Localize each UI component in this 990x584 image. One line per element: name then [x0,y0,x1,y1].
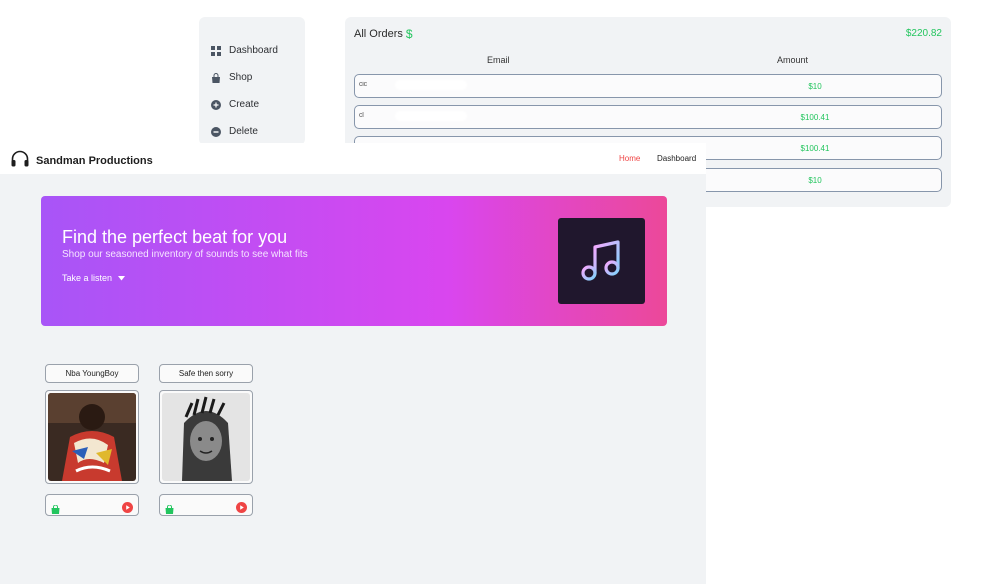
nav-home-link[interactable]: Home [619,154,640,163]
bag-icon [211,72,221,83]
dollar-icon: $ [405,27,413,41]
beat-actions [45,494,139,516]
navbar: Sandman Productions Home Dashboard [0,143,706,174]
table-row[interactable]: cl $100.41 [354,105,942,129]
add-to-cart-icon[interactable] [51,501,60,519]
beat-actions [159,494,253,516]
table-row[interactable]: cic $10 [354,74,942,98]
redaction-mask [395,111,467,121]
cta-label: Take a listen [62,273,113,283]
beat-cover[interactable] [159,390,253,484]
hero-title: Find the perfect beat for you [62,227,288,247]
hero-subtitle: Shop our seasoned inventory of sounds to… [62,249,308,260]
play-button-icon[interactable] [122,500,133,518]
orders-total: $220.82 [905,28,942,39]
grid-icon [211,45,221,56]
order-amount: $100.41 [800,144,830,153]
brand-name: Sandman Productions [36,154,153,167]
album-art-image [162,393,250,481]
sidebar-item-shop[interactable]: Shop [211,72,252,83]
sidebar-item-dashboard[interactable]: Dashboard [211,45,278,56]
nav-dashboard-link[interactable]: Dashboard [657,154,696,163]
sidebar-item-label: Delete [229,126,258,137]
sidebar-item-delete[interactable]: Delete [211,126,258,137]
music-note-icon [558,218,645,304]
caret-down-icon [118,273,126,283]
sidebar-item-label: Dashboard [229,45,278,56]
beat-title-button[interactable]: Nba YoungBoy [45,364,139,383]
column-header-amount: Amount [777,55,809,65]
plus-circle-icon [211,99,221,110]
column-header-email: Email [487,55,510,65]
headphones-icon [10,149,30,172]
take-a-listen-dropdown[interactable]: Take a listen [62,273,126,283]
add-to-cart-icon[interactable] [165,501,174,519]
sidebar-item-label: Create [229,99,260,110]
hero-banner: Find the perfect beat for you Shop our s… [41,196,667,326]
beat-cover[interactable] [45,390,139,484]
orders-title: All Orders $ [354,27,413,41]
order-amount: $10 [808,82,822,91]
beat-title-button[interactable]: Safe then sorry [159,364,253,383]
storefront-window: Sandman Productions Home Dashboard Find … [0,143,706,584]
sidebar-item-create[interactable]: Create [211,99,259,110]
admin-sidebar: Dashboard Shop Create Delete [199,17,305,145]
play-button-icon[interactable] [236,500,247,518]
brand[interactable]: Sandman Productions [10,149,153,172]
redaction-mask [395,80,467,90]
order-amount: $10 [808,176,822,185]
minus-circle-icon [211,126,221,137]
sidebar-item-label: Shop [229,72,253,83]
album-art-image [48,393,136,481]
order-amount: $100.41 [800,113,830,122]
